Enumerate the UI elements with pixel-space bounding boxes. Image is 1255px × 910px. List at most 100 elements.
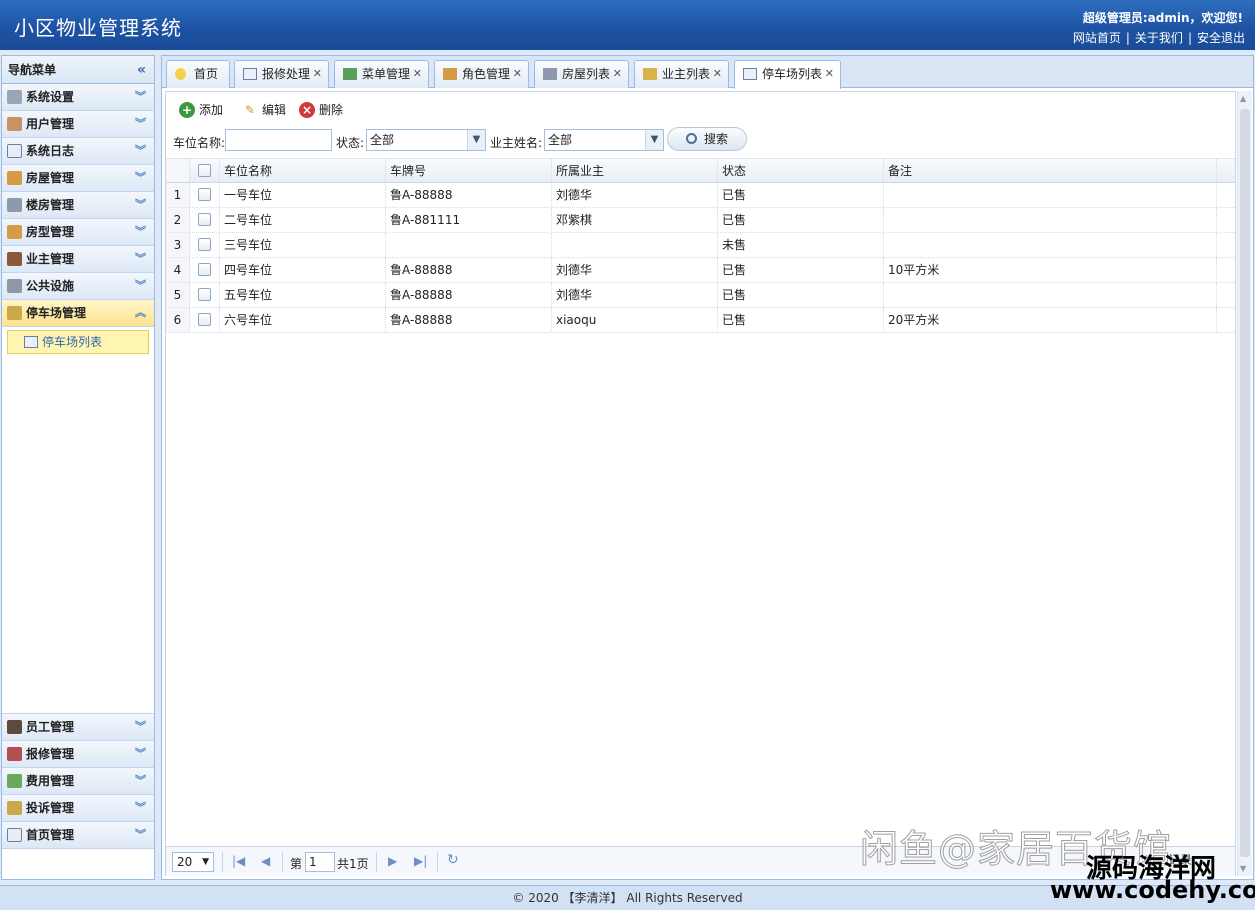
close-icon[interactable]: ✕ [313, 61, 322, 87]
tab-parking-list[interactable]: 停车场列表 ✕ [734, 60, 841, 89]
page-number-input[interactable]: 1 [305, 852, 335, 872]
table-row[interactable]: 2 二号车位 鲁A-881111 邓紫棋 已售 [166, 208, 1235, 233]
row-checkbox[interactable] [190, 283, 220, 307]
table-row[interactable]: 3 三号车位 未售 [166, 233, 1235, 258]
column-header-note[interactable]: 备注 [884, 159, 1217, 182]
list-icon [743, 68, 757, 80]
search-icon [686, 133, 697, 144]
state-select[interactable]: 全部 ▼ [366, 129, 486, 151]
column-header-name[interactable]: 车位名称 [220, 159, 386, 182]
next-page-icon[interactable]: ▶ [388, 854, 397, 868]
cell-note [884, 208, 1217, 232]
nav-parking-management[interactable]: 停车场管理 ︽ [2, 300, 154, 327]
prev-page-icon[interactable]: ◀ [261, 854, 270, 868]
scroll-down-icon[interactable]: ▼ [1240, 864, 1246, 873]
owner-icon [7, 252, 22, 266]
log-icon [7, 144, 22, 158]
table-row[interactable]: 5 五号车位 鲁A-88888 刘德华 已售 [166, 283, 1235, 308]
scrollbar-thumb[interactable] [1240, 109, 1250, 857]
cell-owner [552, 233, 718, 257]
owner-name-label: 业主姓名: [490, 136, 543, 150]
homepage-icon [7, 828, 22, 842]
nav-complaint-management[interactable]: 投诉管理 ︾ [2, 795, 154, 822]
nav-fee-management[interactable]: 费用管理 ︾ [2, 768, 154, 795]
cell-plate: 鲁A-88888 [386, 183, 552, 207]
nav-building-management[interactable]: 楼房管理 ︾ [2, 192, 154, 219]
close-icon[interactable]: ✕ [413, 61, 422, 87]
list-icon [24, 336, 38, 348]
cell-owner: 刘德华 [552, 258, 718, 282]
tab-role[interactable]: 角色管理 ✕ [434, 60, 529, 88]
vertical-scrollbar[interactable]: ▲ ▼ [1237, 91, 1252, 876]
row-checkbox[interactable] [190, 233, 220, 257]
refresh-icon[interactable]: ↻ [447, 852, 459, 868]
nav-system-log[interactable]: 系统日志 ︾ [2, 138, 154, 165]
tab-home[interactable]: 首页 [166, 60, 230, 88]
column-header-plate[interactable]: 车牌号 [386, 159, 552, 182]
nav-repair-management[interactable]: 报修管理 ︾ [2, 741, 154, 768]
state-label: 状态: [336, 136, 365, 150]
table-row[interactable]: 4 四号车位 鲁A-88888 刘德华 已售 10平方米 [166, 258, 1235, 283]
row-checkbox[interactable] [190, 208, 220, 232]
tab-house-list[interactable]: 房屋列表 ✕ [534, 60, 629, 88]
complaint-icon [7, 801, 22, 815]
nav-system-settings[interactable]: 系统设置 ︾ [2, 84, 154, 111]
cell-note: 10平方米 [884, 258, 1217, 282]
row-checkbox[interactable] [190, 258, 220, 282]
watermark-site-url: www.codehy.com [1050, 876, 1255, 904]
collapse-icon[interactable]: « [137, 56, 146, 84]
parking-name-input[interactable] [225, 129, 332, 151]
first-page-icon[interactable]: |◀ [232, 854, 245, 868]
last-page-icon[interactable]: ▶| [414, 854, 427, 868]
row-number: 5 [166, 283, 190, 307]
row-checkbox[interactable] [190, 308, 220, 332]
table-row[interactable]: 6 六号车位 鲁A-88888 xiaoqu 已售 20平方米 [166, 308, 1235, 333]
column-header-state[interactable]: 状态 [718, 159, 884, 182]
tab-repair[interactable]: 报修处理 ✕ [234, 60, 329, 88]
scroll-up-icon[interactable]: ▲ [1240, 94, 1246, 103]
nav-homepage-management[interactable]: 首页管理 ︾ [2, 822, 154, 849]
edit-button[interactable]: ✎ 编辑 [242, 101, 286, 119]
cell-note [884, 233, 1217, 257]
nav-house-type-management[interactable]: 房型管理 ︾ [2, 219, 154, 246]
tab-owner-list[interactable]: 业主列表 ✕ [634, 60, 729, 88]
owner-select[interactable]: 全部 ▼ [544, 129, 664, 151]
close-icon[interactable]: ✕ [513, 61, 522, 87]
cell-state: 已售 [718, 308, 884, 332]
chevron-down-icon: ︾ [135, 747, 146, 760]
delete-button[interactable]: × 删除 [299, 101, 343, 119]
page-size-select[interactable]: 20 ▼ [172, 852, 214, 872]
home-link[interactable]: 网站首页 [1073, 31, 1121, 45]
nav-owner-management[interactable]: 业主管理 ︾ [2, 246, 154, 273]
cell-note: 20平方米 [884, 308, 1217, 332]
row-checkbox[interactable] [190, 183, 220, 207]
nav-user-management[interactable]: 用户管理 ︾ [2, 111, 154, 138]
nav-public-facilities[interactable]: 公共设施 ︾ [2, 273, 154, 300]
nav-staff-management[interactable]: 员工管理 ︾ [2, 714, 154, 741]
about-link[interactable]: 关于我们 [1135, 31, 1183, 45]
close-icon[interactable]: ✕ [825, 61, 834, 87]
cell-plate: 鲁A-88888 [386, 283, 552, 307]
page-prefix: 第 [290, 857, 303, 871]
parking-list-panel: + 添加 ✎ 编辑 × 删除 车位名称: 状态: 全部 ▼ 业主姓名: 全部 ▼ 搜索 车… [165, 91, 1236, 876]
nav-house-management[interactable]: 房屋管理 ︾ [2, 165, 154, 192]
sidebar-item-parking-list[interactable]: 停车场列表 [7, 330, 149, 354]
chevron-down-icon: ︾ [135, 90, 146, 103]
money-icon [7, 774, 22, 788]
cell-owner: xiaoqu [552, 308, 718, 332]
close-icon[interactable]: ✕ [613, 61, 622, 87]
lightbulb-icon [175, 68, 186, 80]
tab-menu[interactable]: 菜单管理 ✕ [334, 60, 429, 88]
chevron-up-icon: ︽ [135, 306, 146, 319]
cell-state: 已售 [718, 258, 884, 282]
table-row[interactable]: 1 一号车位 鲁A-88888 刘德华 已售 [166, 183, 1235, 208]
row-number: 3 [166, 233, 190, 257]
column-header-owner[interactable]: 所属业主 [552, 159, 718, 182]
search-button[interactable]: 搜索 [667, 127, 747, 151]
logout-link[interactable]: 安全退出 [1197, 31, 1245, 45]
close-icon[interactable]: ✕ [713, 61, 722, 87]
table-header: 车位名称 车牌号 所属业主 状态 备注 [166, 158, 1235, 183]
cell-owner: 邓紫棋 [552, 208, 718, 232]
select-all-checkbox[interactable] [190, 159, 220, 182]
add-button[interactable]: + 添加 [179, 101, 223, 119]
